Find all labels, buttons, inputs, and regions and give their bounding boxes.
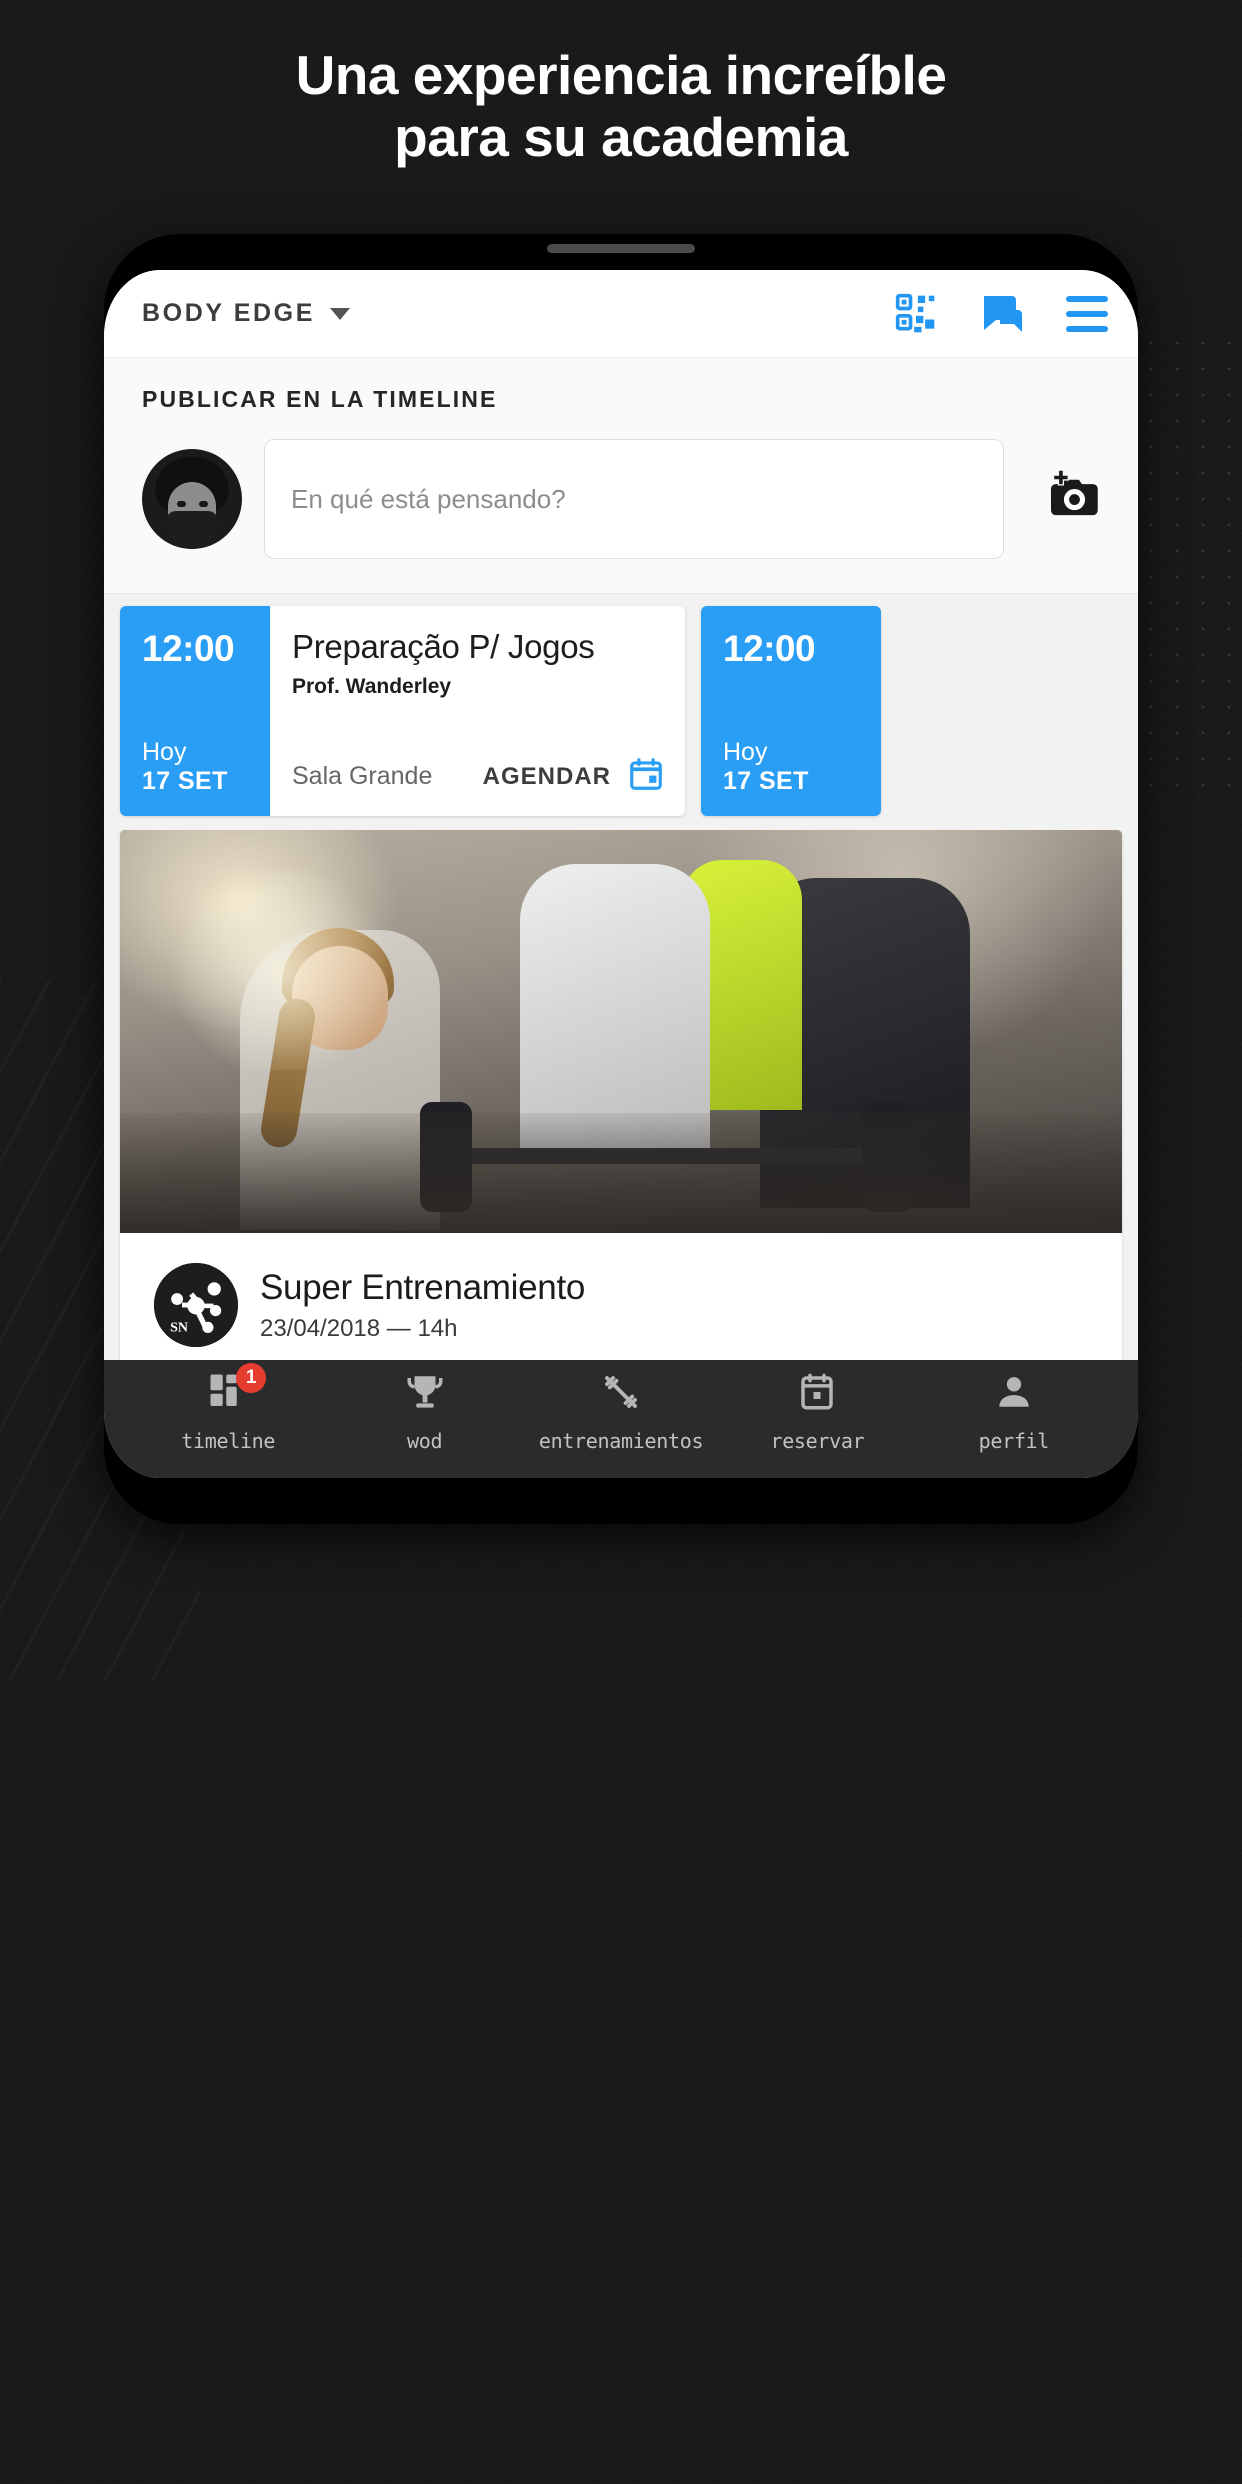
brand-selector[interactable]: BODY EDGE xyxy=(142,299,350,328)
post-avatar[interactable]: SN xyxy=(154,1263,238,1347)
brand-name: BODY EDGE xyxy=(142,299,315,327)
user-avatar[interactable] xyxy=(142,449,242,549)
nav-item-timeline[interactable]: 1 timeline xyxy=(130,1363,326,1453)
post-event-date: 23/04/2018 — 14h xyxy=(260,1314,458,1342)
phone-screen: BODY EDGE PUBLICAR EN LA TIMELINE En qué… xyxy=(104,270,1138,1478)
schedule-class-title: Preparação P/ Jogos xyxy=(292,628,595,665)
timeline-feed: SN Super Entrenamiento 23/04/2018 — 14h … xyxy=(104,830,1138,1360)
post-header: SN Super Entrenamiento 23/04/2018 — 14h xyxy=(120,1233,1122,1347)
hamburger-menu-icon[interactable] xyxy=(1066,295,1108,332)
post-composer: PUBLICAR EN LA TIMELINE En qué está pens… xyxy=(104,358,1138,594)
nav-label-entrenamientos: entrenamientos xyxy=(538,1429,704,1453)
post-photo[interactable] xyxy=(120,830,1122,1233)
schedule-time: 12:00 xyxy=(142,628,235,669)
nav-label-reservar: reservar xyxy=(770,1429,865,1453)
chat-bubble-icon[interactable] xyxy=(978,290,1026,338)
qr-code-icon[interactable] xyxy=(894,292,938,336)
person-icon xyxy=(993,1371,1035,1418)
schedule-book-label: AGENDAR xyxy=(482,762,611,790)
nav-item-wod[interactable]: wod xyxy=(326,1371,522,1453)
schedule-professor: Prof. Wanderley xyxy=(292,675,452,698)
nav-item-perfil[interactable]: perfil xyxy=(916,1371,1112,1453)
app-bar-actions xyxy=(894,290,1108,338)
nav-label-perfil: perfil xyxy=(978,1429,1050,1453)
calendar-icon xyxy=(627,755,665,798)
schedule-room: Sala Grande xyxy=(292,762,433,790)
phone-speaker xyxy=(547,244,695,253)
add-photo-icon[interactable] xyxy=(1026,466,1106,533)
page-headline: Una experiencia increíble para su academ… xyxy=(0,44,1242,168)
phone-mockup: BODY EDGE PUBLICAR EN LA TIMELINE En qué… xyxy=(104,234,1138,1524)
nav-label-timeline: timeline xyxy=(181,1429,276,1453)
composer-input[interactable]: En qué está pensando? xyxy=(264,439,1004,559)
post-title: Super Entrenamiento xyxy=(260,1267,586,1307)
bottom-navigation: 1 timeline wod entrenamientos reservar p… xyxy=(104,1360,1138,1478)
app-bar: BODY EDGE xyxy=(104,270,1138,358)
composer-row: En qué está pensando? xyxy=(142,439,1106,559)
schedule-footer: Sala Grande AGENDAR xyxy=(292,755,665,798)
nav-item-reservar[interactable]: reservar xyxy=(719,1371,915,1453)
schedule-card[interactable]: 12:00 Hoy 17 SET Preparação P/ Jogos Pro… xyxy=(120,606,685,816)
headline-line-1: Una experiencia increíble xyxy=(295,44,947,106)
composer-title: PUBLICAR EN LA TIMELINE xyxy=(142,386,498,412)
schedule-date: 17 SET xyxy=(142,767,228,795)
schedule-book-button[interactable]: AGENDAR xyxy=(483,755,665,798)
nav-item-entrenamientos[interactable]: entrenamientos xyxy=(523,1371,719,1453)
schedule-date: 17 SET xyxy=(723,767,809,795)
nav-label-wod: wod xyxy=(406,1429,443,1453)
post-body: Tendremos un wod especial aqui en Body E… xyxy=(120,1347,1122,1360)
schedule-time-block: 12:00 Hoy 17 SET xyxy=(120,606,270,816)
trophy-icon xyxy=(404,1371,446,1418)
post-card: SN Super Entrenamiento 23/04/2018 — 14h … xyxy=(120,830,1122,1360)
schedule-time-block: 12:00 Hoy 17 SET xyxy=(701,606,881,816)
schedule-day: Hoy xyxy=(723,738,768,766)
post-meta: Super Entrenamiento 23/04/2018 — 14h xyxy=(260,1268,585,1343)
schedule-strip[interactable]: 12:00 Hoy 17 SET Preparação P/ Jogos Pro… xyxy=(104,594,1138,830)
calendar-icon xyxy=(796,1371,838,1418)
schedule-card[interactable]: 12:00 Hoy 17 SET xyxy=(701,606,881,816)
svg-text:SN: SN xyxy=(170,1321,188,1336)
schedule-time: 12:00 xyxy=(723,628,816,669)
chevron-down-icon xyxy=(329,307,350,320)
headline-line-2: para su academia xyxy=(394,106,848,169)
timeline-badge: 1 xyxy=(236,1363,267,1393)
schedule-day: Hoy xyxy=(142,738,187,766)
schedule-details: Preparação P/ Jogos Prof. Wanderley Sala… xyxy=(270,606,685,816)
dumbbell-icon xyxy=(600,1371,642,1418)
